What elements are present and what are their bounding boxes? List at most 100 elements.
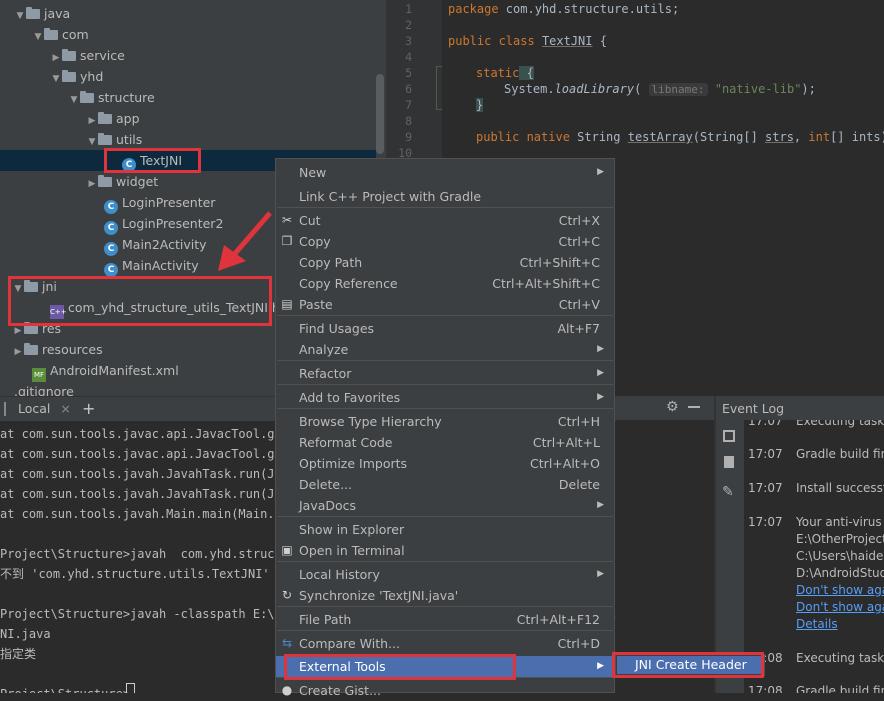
menu-item-synchronize[interactable]: ↻ Synchronize 'TextJNI.java' (276, 585, 614, 606)
manifest-icon: MF (32, 368, 46, 382)
submenu-arrow-icon: ▶ (597, 344, 604, 354)
tree-file-manifest[interactable]: MF AndroidManifest.xml (32, 360, 179, 382)
terminal-tab-divider (4, 402, 14, 416)
tree-file-main2activity[interactable]: C Main2Activity (104, 234, 207, 256)
menu-item-reformat-code[interactable]: Reformat Code Ctrl+Alt+L (276, 432, 614, 453)
menu-item-delete[interactable]: Delete... Delete (276, 474, 614, 495)
folder-icon (62, 49, 76, 61)
class-icon: C (104, 263, 118, 277)
tree-folder-resources[interactable]: ▶ resources (12, 339, 103, 360)
details-link[interactable]: Details (796, 617, 838, 631)
menu-item-file-path[interactable]: File Path Ctrl+Alt+F12 (276, 609, 614, 630)
line-number: 5 (405, 66, 412, 80)
tree-folder-structure[interactable]: ▼ structure (68, 87, 155, 108)
menu-item-javadocs[interactable]: JavaDocs ▶ (276, 495, 614, 516)
menu-item-copy-reference[interactable]: Copy Reference Ctrl+Alt+Shift+C (276, 273, 614, 294)
annotation-box-external-tools (284, 654, 516, 680)
menu-item-open-in-terminal[interactable]: ▣ Open in Terminal (276, 540, 614, 561)
sync-icon: ↻ (281, 588, 293, 602)
submenu-arrow-icon: ▶ (597, 368, 604, 378)
terminal-line: 不到 'com.yhd.structure.utils.TextJNI' I (0, 567, 285, 581)
menu-item-copy[interactable]: ❐ Copy Ctrl+C (276, 231, 614, 252)
menu-item-show-in-explorer[interactable]: Show in Explorer (276, 519, 614, 540)
menu-item-new[interactable]: New ▶ (276, 162, 614, 183)
submenu-arrow-icon: ▶ (597, 167, 604, 177)
folder-icon (44, 28, 58, 40)
collapse-arrow-icon[interactable]: ▶ (86, 174, 98, 195)
menu-item-paste[interactable]: ▤ Paste Ctrl+V (276, 294, 614, 315)
annotation-arrow (218, 211, 272, 271)
menu-separator (277, 606, 613, 607)
menu-item-local-history[interactable]: Local History ▶ (276, 564, 614, 585)
submenu-arrow-icon: ▶ (597, 569, 604, 579)
gear-icon[interactable]: ⚙ (666, 399, 679, 415)
tree-folder-java[interactable]: ▼ java (14, 3, 71, 27)
menu-item-analyze[interactable]: Analyze ▶ (276, 339, 614, 360)
menu-item-cut[interactable]: ✂ Cut Ctrl+X (276, 210, 614, 231)
dont-show-again-link[interactable]: Don't show aga (796, 600, 884, 614)
trash-icon[interactable] (724, 456, 734, 468)
line-number: 2 (405, 18, 412, 32)
tree-folder-service[interactable]: ▶ service (50, 45, 125, 66)
tree-folder-app[interactable]: ▶ app (86, 108, 140, 129)
menu-item-browse-type-hierarchy[interactable]: Browse Type Hierarchy Ctrl+H (276, 411, 614, 432)
terminal-line: at com.sun.tools.javac.api.JavacTool.get (0, 427, 289, 441)
terminal-line: at com.sun.tools.javah.JavahTask.run(Jav (0, 487, 289, 501)
log-toolbar: ⚙ (616, 396, 714, 420)
clipboard-icon: ▤ (281, 297, 293, 311)
tree-folder-com[interactable]: ▼ com (32, 24, 89, 45)
expand-arrow-icon[interactable]: ▼ (68, 90, 80, 111)
close-tab-icon[interactable]: × (60, 401, 70, 416)
minimize-icon[interactable] (688, 406, 700, 408)
menu-item-add-to-favorites[interactable]: Add to Favorites ▶ (276, 387, 614, 408)
menu-item-optimize-imports[interactable]: Optimize Imports Ctrl+Alt+O (276, 453, 614, 474)
folder-icon (24, 343, 38, 355)
line-number: 4 (405, 50, 412, 64)
line-number: 3 (405, 34, 412, 48)
dont-show-again-link[interactable]: Don't show aga (796, 583, 884, 597)
mark-read-icon[interactable] (723, 430, 735, 442)
wrench-icon[interactable]: ✎ (722, 484, 734, 500)
menu-item-link-cpp[interactable]: Link C++ Project with Gradle (276, 186, 614, 207)
menu-separator (277, 561, 613, 562)
tree-folder-utils[interactable]: ▼ utils (86, 129, 143, 150)
annotation-box-jni-create-header (612, 652, 764, 678)
menu-item-find-usages[interactable]: Find Usages Alt+F7 (276, 318, 614, 339)
tree-file-mainactivity[interactable]: C MainActivity (104, 255, 199, 277)
menu-separator (277, 315, 613, 316)
annotation-box-textjni (104, 148, 201, 173)
terminal-tab-local[interactable]: Local × (18, 397, 75, 421)
event-log-header: Event Log (716, 396, 884, 420)
terminal-cursor (126, 683, 135, 693)
menu-item-create-gist[interactable]: ● Create Gist... (276, 680, 614, 701)
line-number: 8 (405, 114, 412, 128)
tree-file-gitignore[interactable]: .gitignore (4, 381, 74, 396)
copy-icon: ❐ (281, 234, 293, 248)
folder-icon (98, 133, 112, 145)
editor-gutter: 1 2 3 4 5 6 7 8 9 10 (386, 0, 442, 160)
terminal-icon: ▣ (281, 543, 293, 557)
menu-item-refactor[interactable]: Refactor ▶ (276, 363, 614, 384)
code-editor[interactable]: package com.yhd.structure.utils; public … (442, 0, 884, 160)
menu-item-compare-with[interactable]: ⇆ Compare With... Ctrl+D (276, 633, 614, 654)
menu-item-copy-path[interactable]: Copy Path Ctrl+Shift+C (276, 252, 614, 273)
collapse-arrow-icon[interactable]: ▶ (12, 342, 24, 363)
expand-arrow-icon[interactable]: ▼ (14, 6, 26, 27)
code-line-6: System.loadLibrary( libname: "native-lib… (504, 82, 816, 96)
tree-file-loginpresenter2[interactable]: C LoginPresenter2 (104, 213, 223, 235)
menu-separator (277, 360, 613, 361)
terminal-line: NI.java (0, 627, 51, 641)
submenu-arrow-icon: ▶ (597, 500, 604, 510)
tree-folder-yhd[interactable]: ▼ yhd (50, 66, 104, 90)
submenu-arrow-icon: ▶ (597, 392, 604, 402)
add-terminal-icon[interactable]: + (82, 397, 95, 421)
expand-arrow-icon[interactable]: ▼ (50, 69, 62, 90)
tree-folder-widget[interactable]: ▶ widget (86, 171, 159, 195)
terminal-line: at com.sun.tools.javac.api.JavacTool.get (0, 447, 289, 461)
terminal-line: Project\Structure> (0, 684, 130, 693)
expand-arrow-icon[interactable]: ▼ (32, 27, 44, 48)
code-line-5: static { (476, 66, 534, 80)
tree-file-loginpresenter[interactable]: C LoginPresenter (104, 192, 215, 214)
menu-separator (277, 207, 613, 208)
tree-scrollbar[interactable] (376, 74, 384, 154)
